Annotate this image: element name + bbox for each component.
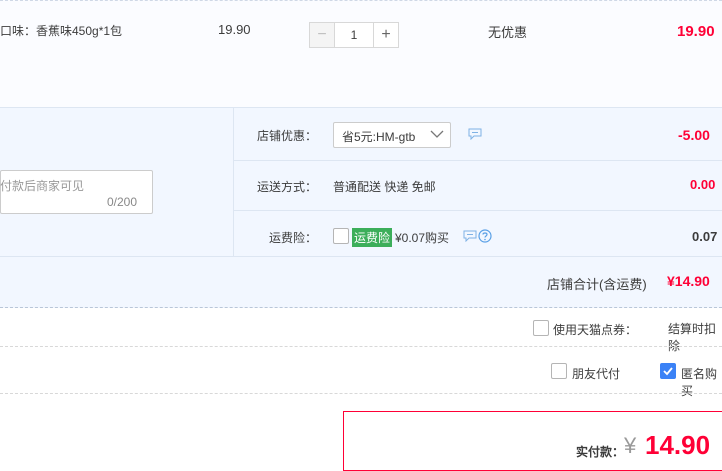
divider — [233, 160, 722, 161]
payment-label: 实付款： — [576, 445, 625, 459]
message-icon[interactable] — [463, 230, 477, 242]
tmall-points-checkbox[interactable] — [533, 320, 549, 336]
freight-insurance-amount: 0.07 — [692, 229, 718, 244]
divider — [0, 346, 722, 347]
help-icon[interactable] — [478, 229, 492, 243]
shop-discount-label: 店铺优惠： — [257, 129, 318, 143]
item-subtotal: 19.90 — [677, 23, 715, 40]
shipping-amount: 0.00 — [690, 177, 716, 192]
item-sku-title[interactable]: 口味：香蕉味450g*1包 — [0, 22, 122, 39]
divider — [233, 210, 722, 211]
freight-insurance-price: ¥0.07购买 — [395, 231, 450, 245]
freight-insurance-label: 运费险： — [269, 231, 318, 245]
message-placeholder: 付款后商家可见 — [0, 179, 85, 193]
message-char-counter: 0/200 — [107, 195, 138, 209]
friend-pay-checkbox[interactable] — [551, 363, 567, 379]
message-icon[interactable] — [468, 128, 482, 140]
tmall-points-note: 结算时扣除 — [668, 322, 717, 353]
friend-pay-label: 朋友代付 — [572, 367, 621, 381]
divider — [0, 256, 722, 257]
shipping-label: 运送方式： — [257, 180, 318, 194]
shop-total-label: 店铺合计(含运费) — [547, 277, 647, 292]
quantity-stepper[interactable]: − 1 + — [309, 22, 399, 48]
item-row — [0, 0, 722, 108]
qty-increase-button[interactable]: + — [373, 22, 399, 48]
qty-decrease-button[interactable]: − — [309, 22, 335, 48]
item-promotion: 无优惠 — [488, 25, 528, 40]
item-unit-price: 19.90 — [218, 22, 251, 37]
tmall-points-label: 使用天猫点券： — [553, 323, 638, 337]
divider — [0, 393, 722, 394]
chevron-down-icon — [430, 130, 444, 138]
qty-input[interactable]: 1 — [335, 22, 373, 48]
anonymous-checkbox[interactable] — [660, 363, 676, 379]
shipping-method: 普通配送 快递 免邮 — [333, 180, 436, 194]
shop-discount-selected: 省5元:HM-gtb — [342, 130, 416, 144]
freight-insurance-checkbox[interactable] — [333, 228, 349, 244]
payment-amount: 14.90 — [645, 430, 711, 460]
shop-discount-amount: -5.00 — [678, 127, 710, 143]
shop-total-amount: ¥14.90 — [667, 273, 710, 289]
check-icon — [663, 367, 673, 376]
currency-symbol: ¥ — [624, 433, 637, 458]
freight-insurance-badge: 运费险 — [352, 228, 393, 247]
divider — [233, 108, 234, 256]
divider — [0, 307, 722, 308]
